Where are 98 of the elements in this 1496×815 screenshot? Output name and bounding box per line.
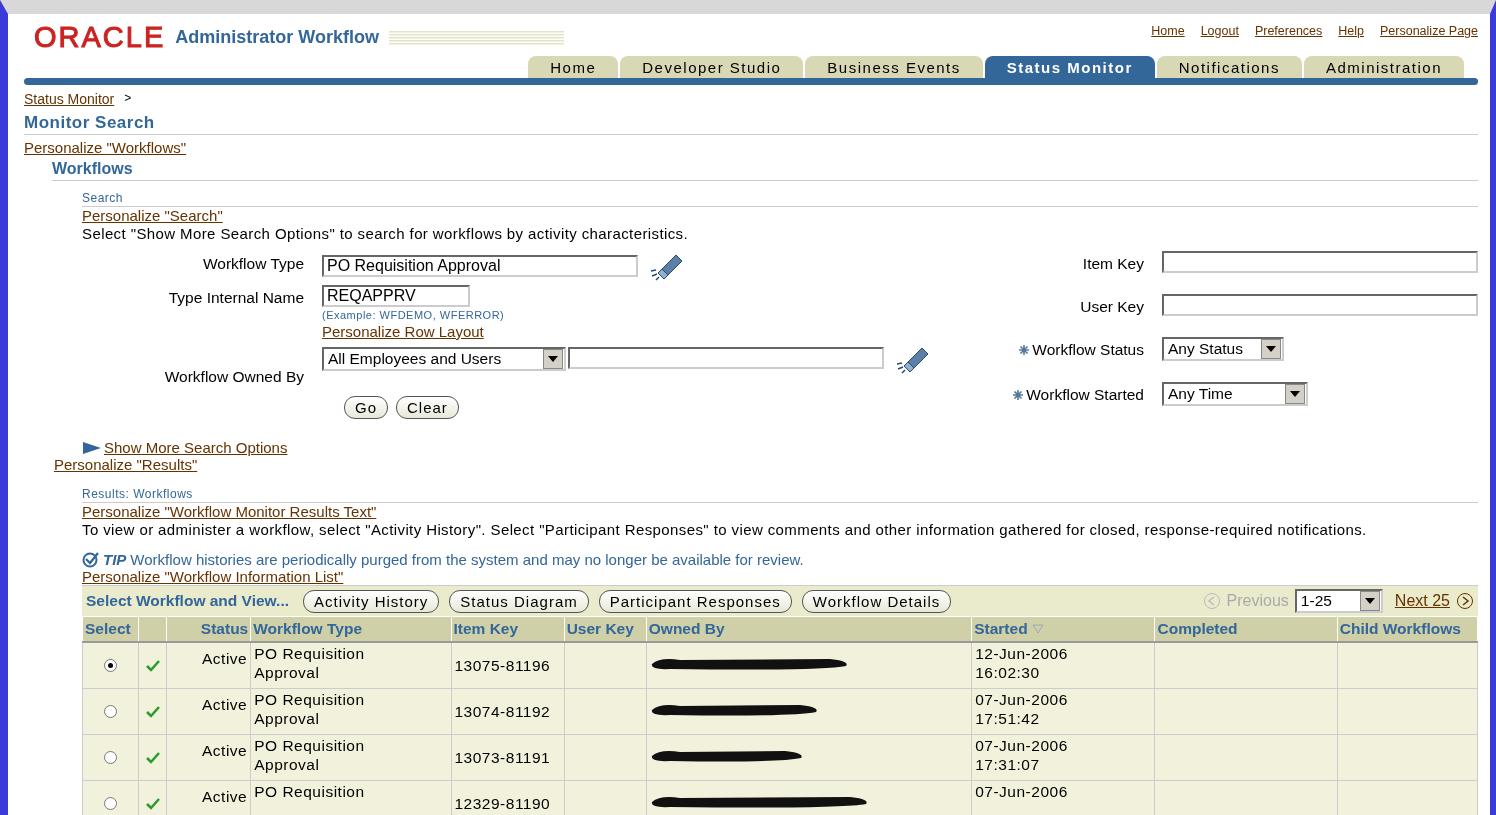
column-header: Select (82, 616, 139, 642)
table-cell: 12-Jun-2006 16:02:30 (975, 644, 1068, 682)
global-link[interactable]: Home (1151, 24, 1185, 38)
column-header: Workflow Type (250, 616, 451, 642)
row-radio[interactable] (104, 797, 118, 810)
nav-tab[interactable]: Notifications (1156, 56, 1302, 78)
toolbar-label: Select Workflow and View... (86, 592, 289, 610)
required-icon (1019, 345, 1030, 355)
next-icon[interactable] (1456, 592, 1474, 610)
global-link[interactable]: Preferences (1254, 24, 1323, 38)
check-icon (145, 797, 160, 810)
action-button[interactable]: Status Diagram (449, 589, 589, 613)
field-label: User Key (1080, 298, 1144, 316)
action-button[interactable]: Activity History (303, 589, 440, 613)
table-cell: 07-Jun-2006 17:31:07 (975, 736, 1068, 774)
field-label: Workflow Owned By (163, 367, 304, 386)
action-button[interactable]: Workflow Details (801, 589, 952, 613)
owner-field[interactable] (568, 347, 884, 369)
next-link[interactable]: Next 25 (1394, 592, 1450, 610)
text-field[interactable] (1162, 294, 1478, 316)
action-button[interactable]: Participant Responses (598, 589, 792, 613)
field-label: Type Internal Name (167, 288, 304, 307)
column-header: Started (971, 616, 1155, 642)
oracle-logo: ORACLE (34, 24, 166, 50)
personalize-link[interactable]: Personalize "Workflow Monitor Results Text" (82, 503, 377, 520)
dropdown[interactable]: Any Status (1162, 337, 1284, 361)
breadcrumb-link[interactable]: Status Monitor (24, 91, 115, 107)
app-title: Administrator Workflow (175, 26, 379, 48)
page-title: Monitor Search (24, 107, 1478, 135)
show-more-link[interactable]: Show More Search Options (104, 439, 288, 456)
table-cell-text: PO Requisition Approval (254, 736, 366, 774)
workflow-type-field[interactable]: PO Requisition Approval (322, 255, 638, 277)
personalize-link[interactable]: Personalize "Results" (54, 456, 198, 473)
table-cell: 07-Jun-2006 17:51:42 (975, 690, 1068, 728)
field-label: Workflow Started (1026, 386, 1144, 404)
section-subheading: Results: Workflows (82, 473, 1478, 503)
owner-select[interactable]: All Employees and Users (322, 347, 566, 371)
field-label: Workflow Type (201, 254, 304, 273)
table-cell: 13074-81192 (454, 702, 551, 721)
field-label: Item Key (1082, 255, 1144, 273)
required-icon (1013, 390, 1024, 400)
description-text: To view or administer a workflow, select "Activity History". Select "Participant Responses" to view comments and other information gathered for closed, response-required notifications. (82, 520, 1368, 539)
section-title: Workflows (52, 156, 1478, 181)
tip-text: Workflow histories are periodically purged from the system and may no longer be available for review. (130, 551, 804, 568)
table-cell-text: PO Requisition Approval (254, 690, 366, 728)
global-link[interactable]: Personalize Page (1380, 24, 1478, 38)
table-cell: 13075-81196 (454, 656, 551, 675)
text-field[interactable] (1162, 251, 1478, 273)
row-radio[interactable] (104, 751, 118, 764)
personalize-link[interactable]: Personalize "Search" (82, 207, 223, 224)
personalize-link[interactable]: Personalize "Workflows" (24, 139, 187, 156)
caret-icon (548, 356, 558, 362)
table-cell: Active (202, 741, 248, 760)
column-header: Status (166, 616, 251, 642)
table-cell: 07-Jun-2006 (975, 782, 1068, 801)
search-button[interactable]: Go (344, 396, 388, 419)
table-cell: PO Requisition (254, 782, 365, 801)
expand-arrow-icon[interactable] (82, 440, 102, 455)
table-cell: Active (202, 695, 248, 714)
personalize-link[interactable]: Personalize Row Layout (322, 323, 484, 340)
check-icon (145, 705, 160, 718)
search-button[interactable]: Clear (396, 396, 459, 419)
table-cell: Active (202, 649, 248, 668)
nav-tab[interactable]: Developer Studio (620, 56, 804, 78)
section-subheading: Search (82, 181, 1478, 207)
table-cell: Active (202, 787, 248, 806)
range-select[interactable]: 1-25 (1294, 589, 1383, 613)
check-circle-icon (82, 551, 99, 568)
tip-label: TIP (103, 551, 127, 568)
field-label: Workflow Status (1032, 341, 1144, 359)
table-cell-text: PO Requisition Approval (254, 644, 366, 682)
personalize-link[interactable]: Personalize "Workflow Information List" (82, 568, 344, 585)
column-header: Completed (1154, 616, 1338, 642)
nav-tab[interactable]: Administration (1303, 56, 1464, 78)
nav-tab[interactable]: Status Monitor (984, 56, 1155, 78)
column-header: Owned By (646, 616, 972, 642)
nav-tab[interactable]: Home (528, 56, 619, 78)
column-header: User Key (564, 616, 647, 642)
caret-icon (1266, 346, 1276, 352)
instruction-text: Select "Show More Search Options" to search for workflows by activity characteristics. (82, 224, 690, 243)
column-header: Item Key (451, 616, 565, 642)
row-radio[interactable] (104, 705, 118, 718)
table-cell: 12329-81190 (454, 794, 551, 813)
nav-tab[interactable]: Business Events (805, 56, 983, 78)
table-cell: 13073-81191 (454, 748, 551, 767)
row-radio[interactable] (104, 659, 118, 672)
previous-icon (1202, 592, 1221, 610)
check-icon (145, 659, 160, 672)
global-link[interactable]: Logout (1200, 24, 1239, 38)
text-field[interactable]: REQAPPRV (322, 285, 470, 307)
breadcrumb-separator: > (124, 91, 132, 107)
caret-icon (1290, 391, 1300, 397)
check-icon (145, 751, 160, 764)
global-link[interactable]: Help (1338, 24, 1364, 38)
field-hint: (Example: WFDEMO, WFERROR) (322, 309, 505, 321)
dropdown[interactable]: Any Time (1162, 382, 1308, 406)
caret-icon (1364, 598, 1375, 604)
column-header: Child Workflows (1337, 616, 1478, 642)
